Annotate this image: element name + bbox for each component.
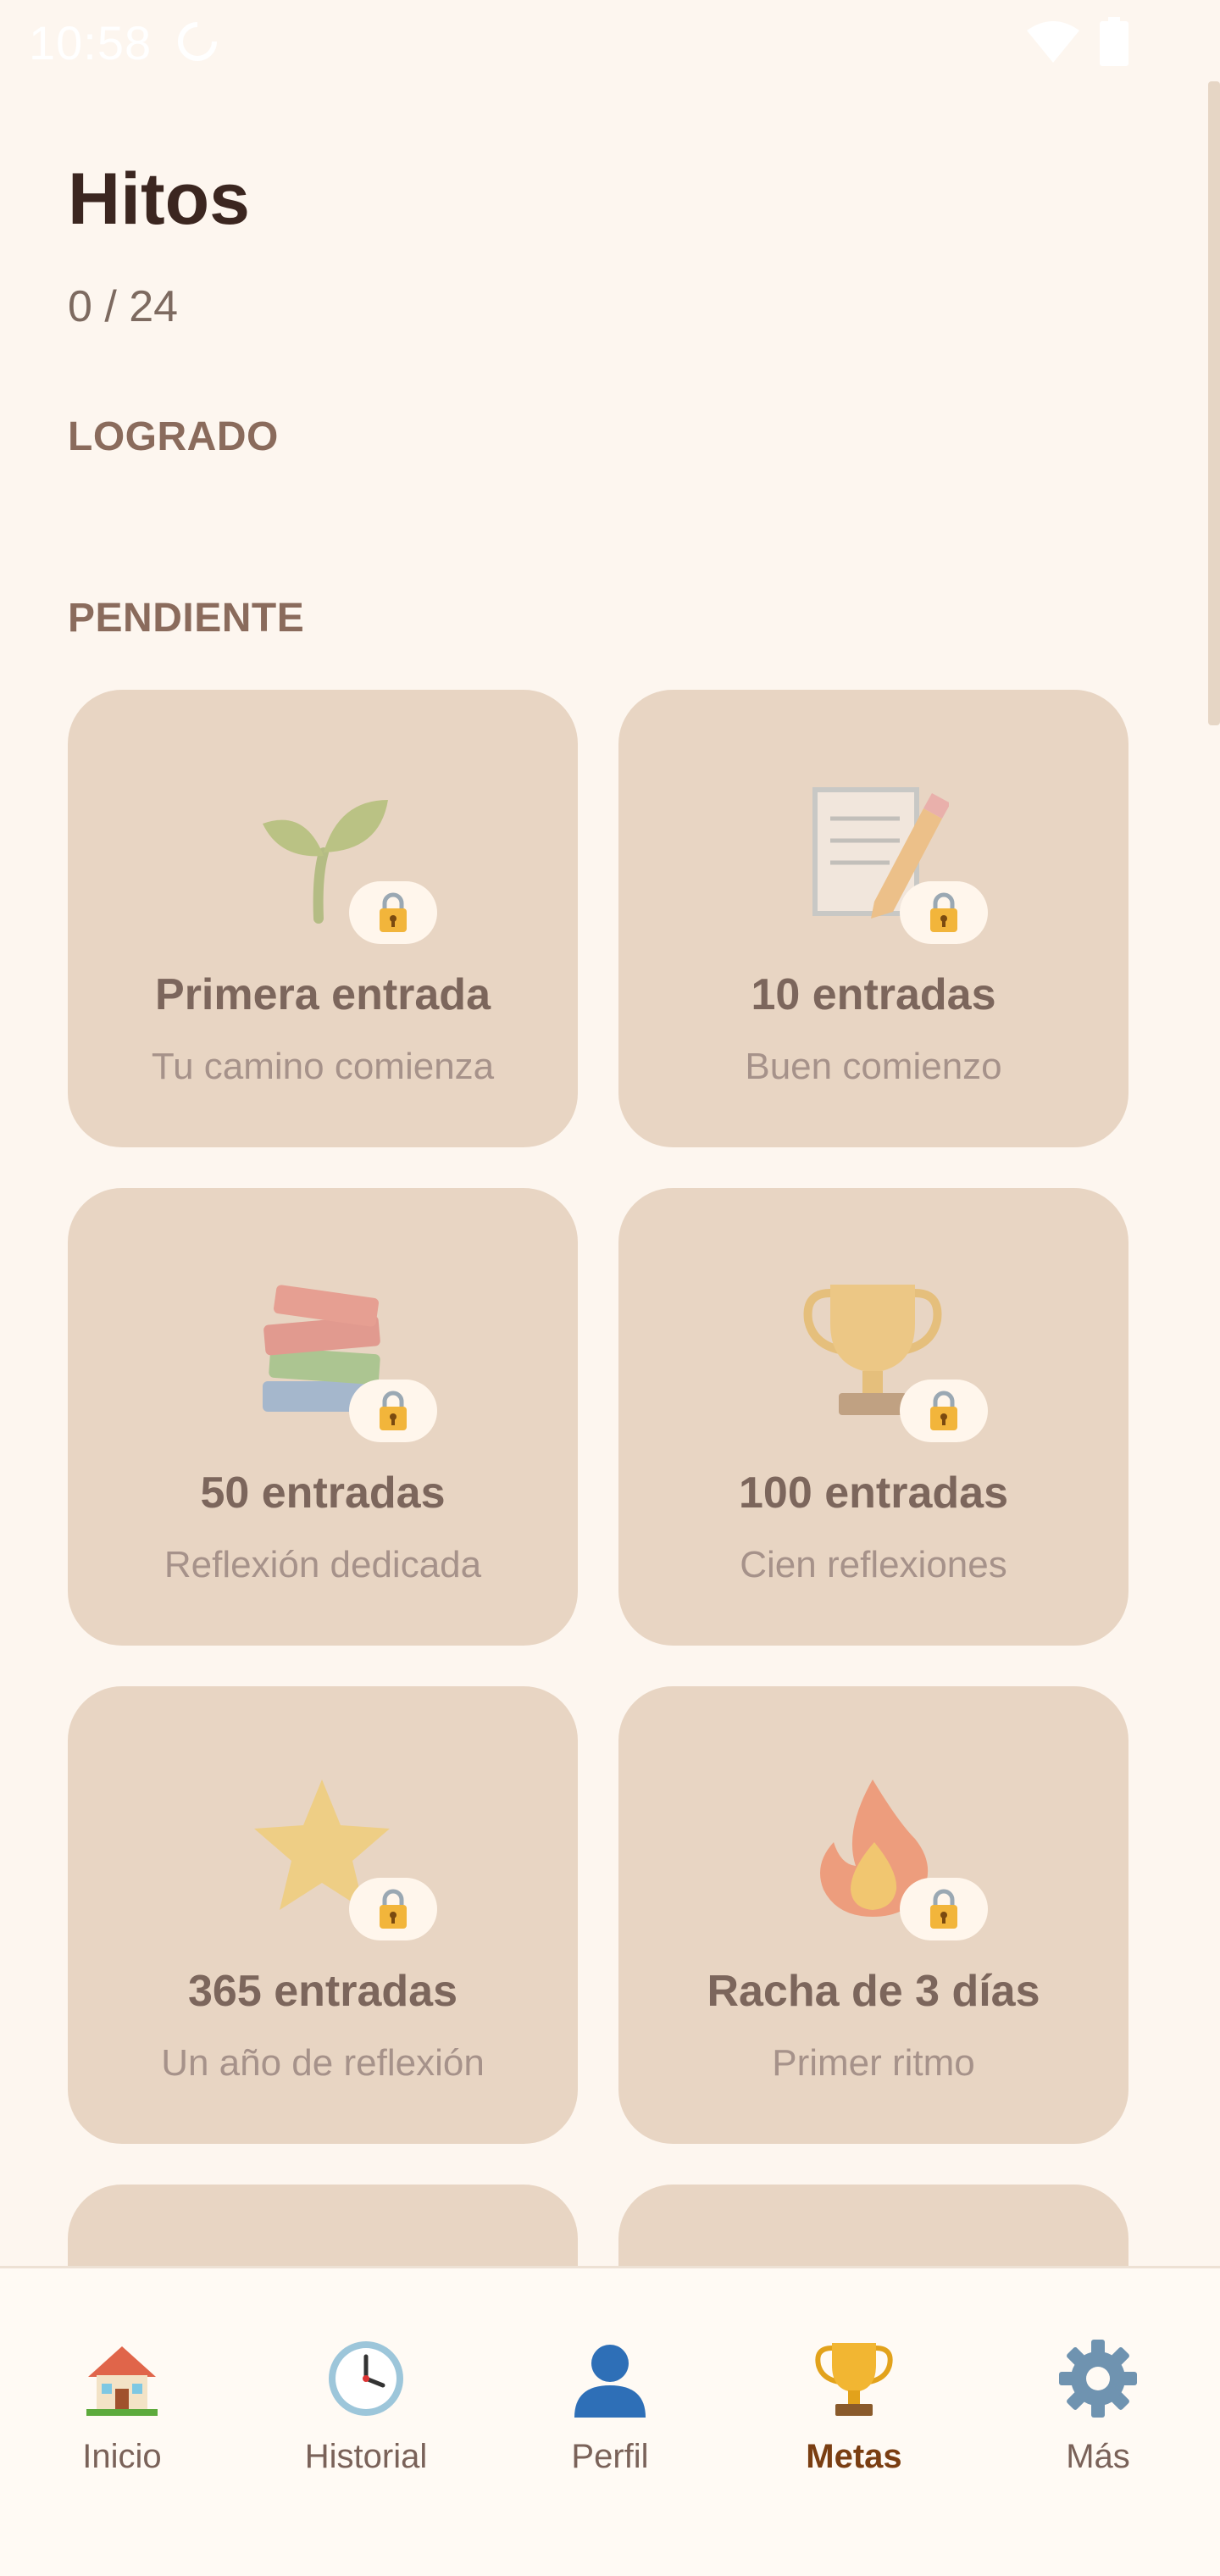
milestone-title: 365 entradas	[188, 1967, 458, 2016]
lock-icon	[930, 892, 957, 932]
page-title: Hitos	[68, 158, 250, 240]
house-icon	[86, 2346, 158, 2416]
section-heading-pending: PENDIENTE	[68, 596, 305, 641]
milestone-subtitle: Primer ritmo	[772, 2042, 975, 2084]
milestone-subtitle: Buen comienzo	[745, 1046, 1002, 1087]
clock-icon	[329, 2341, 403, 2416]
scrollbar-thumb[interactable]	[1208, 81, 1220, 725]
milestone-title: 10 entradas	[751, 970, 996, 1019]
milestone-subtitle: Un año de reflexión	[161, 2042, 485, 2084]
milestone-card[interactable]: 365 entradas Un año de reflexión	[68, 1686, 578, 2144]
milestone-card[interactable]: 100 entradas Cien reflexiones	[618, 1188, 1128, 1646]
bottom-navigation: Inicio Historial Perfil Metas Más	[0, 2266, 1220, 2576]
nav-label: Perfil	[571, 2438, 649, 2475]
lock-badge	[900, 881, 988, 944]
milestone-title: Primera entrada	[155, 970, 491, 1019]
nav-item-metas[interactable]: Metas	[732, 2268, 976, 2576]
nav-item-historial[interactable]: Historial	[244, 2268, 488, 2576]
person-icon	[574, 2345, 646, 2418]
nav-item-inicio[interactable]: Inicio	[0, 2268, 244, 2576]
nav-label: Inicio	[82, 2438, 162, 2475]
lock-icon	[930, 1889, 957, 1929]
lock-icon	[380, 1391, 407, 1430]
lock-badge	[349, 1878, 437, 1940]
milestones-screen: 10:58 Hitos 0 / 24 LOGRADO PENDIENTE Pri…	[0, 0, 1220, 2576]
nav-label: Más	[1066, 2438, 1130, 2475]
status-time: 10:58	[29, 16, 152, 69]
progress-count: 0 / 24	[68, 282, 179, 331]
nav-label: Historial	[304, 2438, 428, 2475]
lock-icon	[380, 892, 407, 932]
lock-icon	[380, 1889, 407, 1929]
wifi-icon	[1027, 21, 1079, 63]
lock-badge	[349, 881, 437, 944]
lock-badge	[349, 1380, 437, 1442]
milestone-title: 100 entradas	[739, 1468, 1008, 1518]
milestone-subtitle: Reflexión dedicada	[164, 1544, 482, 1585]
lock-icon	[930, 1391, 957, 1430]
milestone-subtitle: Tu camino comienza	[151, 1046, 495, 1087]
milestone-card[interactable]: Racha de 3 días Primer ritmo	[618, 1686, 1128, 2144]
milestone-card[interactable]: Primera entrada Tu camino comienza	[68, 690, 578, 1147]
gear-icon	[1059, 2340, 1137, 2418]
lock-badge	[900, 1878, 988, 1940]
milestone-card[interactable]: 50 entradas Reflexión dedicada	[68, 1188, 578, 1646]
milestone-title: Racha de 3 días	[707, 1967, 1040, 2016]
trophy-icon	[815, 2343, 893, 2416]
milestone-title: 50 entradas	[200, 1468, 446, 1518]
section-heading-achieved: LOGRADO	[68, 414, 279, 459]
nav-label: Metas	[806, 2438, 902, 2475]
lock-badge	[900, 1380, 988, 1442]
nav-item-perfil[interactable]: Perfil	[488, 2268, 732, 2576]
battery-icon	[1100, 17, 1128, 66]
milestone-subtitle: Cien reflexiones	[740, 1544, 1007, 1585]
nav-item-mas[interactable]: Más	[976, 2268, 1220, 2576]
status-bar: 10:58	[0, 0, 1220, 81]
sync-icon	[178, 21, 218, 61]
milestone-card[interactable]: 10 entradas Buen comienzo	[618, 690, 1128, 1147]
